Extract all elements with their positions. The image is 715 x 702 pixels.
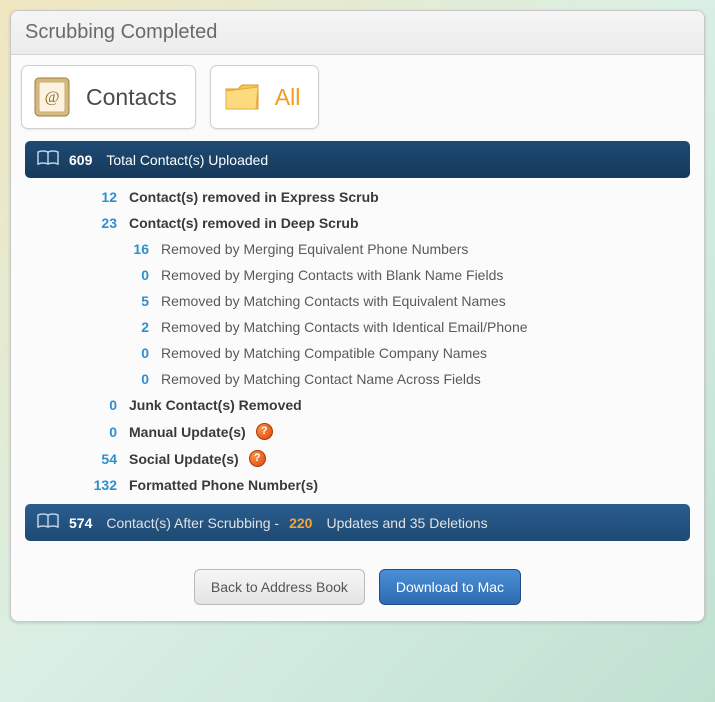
row-count: 2 <box>25 319 161 335</box>
row-count: 0 <box>25 345 161 361</box>
results-content: 609 Total Contact(s) Uploaded 12 Contact… <box>11 129 704 555</box>
open-book-icon <box>37 150 59 169</box>
row-count: 0 <box>25 397 129 413</box>
row-text: Removed by Merging Contacts with Blank N… <box>161 267 503 283</box>
address-book-icon: @ <box>30 74 76 120</box>
folder-icon <box>219 74 265 120</box>
row-text: Removed by Matching Compatible Company N… <box>161 345 487 361</box>
back-button[interactable]: Back to Address Book <box>194 569 365 605</box>
tab-bar: @ Contacts All <box>11 55 704 129</box>
tab-all[interactable]: All <box>210 65 320 129</box>
after-label-2: Updates and 35 Deletions <box>326 515 487 531</box>
total-label: Total Contact(s) Uploaded <box>106 152 268 168</box>
after-count: 574 <box>69 515 92 531</box>
row-text: Social Update(s) <box>129 451 239 467</box>
result-rows: 12 Contact(s) removed in Express Scrub 2… <box>25 178 690 504</box>
open-book-icon <box>37 513 59 532</box>
row-sub-cross: 0 Removed by Matching Contact Name Acros… <box>25 366 690 392</box>
scrubbing-panel: Scrubbing Completed @ Contacts All <box>10 10 705 622</box>
row-text: Removed by Merging Equivalent Phone Numb… <box>161 241 468 257</box>
row-text: Removed by Matching Contacts with Equiva… <box>161 293 506 309</box>
row-formatted: 132 Formatted Phone Number(s) <box>25 472 690 498</box>
row-junk: 0 Junk Contact(s) Removed <box>25 392 690 418</box>
row-count: 0 <box>25 424 129 440</box>
updates-count: 220 <box>289 515 312 531</box>
row-sub-names: 5 Removed by Matching Contacts with Equi… <box>25 288 690 314</box>
row-count: 12 <box>25 189 129 205</box>
total-uploaded-bar: 609 Total Contact(s) Uploaded <box>25 141 690 178</box>
row-count: 5 <box>25 293 161 309</box>
download-button[interactable]: Download to Mac <box>379 569 521 605</box>
row-sub-phone: 16 Removed by Merging Equivalent Phone N… <box>25 236 690 262</box>
row-text: Removed by Matching Contact Name Across … <box>161 371 481 387</box>
row-text: Junk Contact(s) Removed <box>129 397 302 413</box>
help-icon[interactable]: ? <box>249 450 266 467</box>
svg-text:@: @ <box>45 89 60 106</box>
row-manual: 0 Manual Update(s) ? <box>25 418 690 445</box>
row-count: 132 <box>25 477 129 493</box>
row-count: 54 <box>25 451 129 467</box>
row-sub-company: 0 Removed by Matching Compatible Company… <box>25 340 690 366</box>
row-count: 16 <box>25 241 161 257</box>
tab-contacts-label: Contacts <box>86 84 177 111</box>
row-social: 54 Social Update(s) ? <box>25 445 690 472</box>
row-text: Contact(s) removed in Express Scrub <box>129 189 379 205</box>
tab-all-label: All <box>275 84 301 111</box>
tab-contacts[interactable]: @ Contacts <box>21 65 196 129</box>
after-scrubbing-bar: 574 Contact(s) After Scrubbing - 220 Upd… <box>25 504 690 541</box>
panel-title: Scrubbing Completed <box>11 11 704 55</box>
row-sub-email: 2 Removed by Matching Contacts with Iden… <box>25 314 690 340</box>
footer-buttons: Back to Address Book Download to Mac <box>11 555 704 621</box>
row-count: 23 <box>25 215 129 231</box>
row-text: Contact(s) removed in Deep Scrub <box>129 215 359 231</box>
row-count: 0 <box>25 371 161 387</box>
row-express: 12 Contact(s) removed in Express Scrub <box>25 184 690 210</box>
row-count: 0 <box>25 267 161 283</box>
row-text: Formatted Phone Number(s) <box>129 477 318 493</box>
after-label-1: Contact(s) After Scrubbing - <box>106 515 279 531</box>
row-text: Manual Update(s) <box>129 424 246 440</box>
row-deep: 23 Contact(s) removed in Deep Scrub <box>25 210 690 236</box>
row-text: Removed by Matching Contacts with Identi… <box>161 319 528 335</box>
row-sub-blank: 0 Removed by Merging Contacts with Blank… <box>25 262 690 288</box>
help-icon[interactable]: ? <box>256 423 273 440</box>
total-count: 609 <box>69 152 92 168</box>
